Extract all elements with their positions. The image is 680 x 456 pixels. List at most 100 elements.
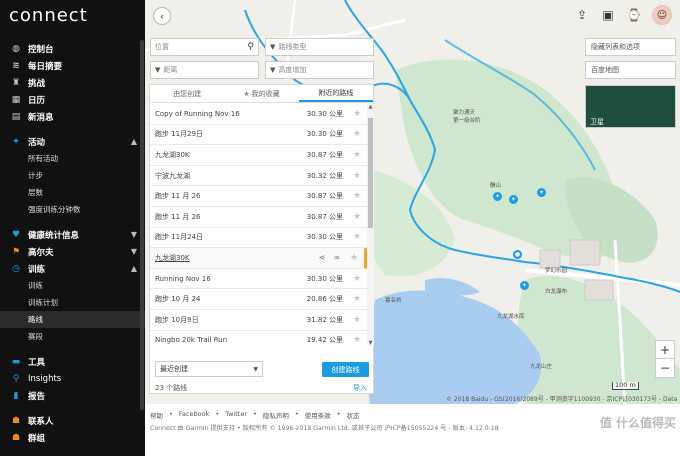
sidebar-item-news[interactable]: ▤ 新消息 bbox=[0, 108, 145, 125]
runner-poi-icon[interactable]: ✦ bbox=[509, 195, 518, 204]
star-icon[interactable]: ★ bbox=[351, 191, 363, 201]
star-icon[interactable]: ★ bbox=[351, 232, 363, 242]
footer-link-privacy[interactable]: 隐私声明 bbox=[263, 410, 289, 420]
footer-link-terms[interactable]: 使用条款 bbox=[305, 410, 331, 420]
sidebar-item-tools[interactable]: ▬ 工具 bbox=[0, 353, 145, 370]
tab-favorites[interactable]: ★ 我的收藏 bbox=[224, 85, 298, 102]
table-row[interactable]: 跑步 10月9日 31.82 公里 ★ bbox=[150, 310, 367, 331]
star-icon[interactable]: ★ bbox=[351, 274, 363, 284]
star-icon[interactable]: ★ bbox=[351, 335, 363, 345]
table-row[interactable]: Running Nov 16 30.30 公里 ★ bbox=[150, 269, 367, 290]
table-row[interactable]: 跑步 11 月 26 30.87 公里 ★ bbox=[150, 207, 367, 228]
route-type-filter[interactable]: ▼ 路线类型 bbox=[265, 38, 374, 56]
news-icon: ▤ bbox=[11, 111, 21, 122]
footer-link-twitter[interactable]: Twitter bbox=[225, 410, 247, 420]
runner-poi-icon[interactable]: ✦ bbox=[537, 188, 546, 197]
chevron-down-icon: ▼ bbox=[130, 247, 137, 256]
runner-poi-icon[interactable]: ✦ bbox=[493, 192, 502, 201]
sidebar-item-golf[interactable]: ⚑ 高尔夫 ▼ bbox=[0, 243, 145, 260]
location-search-input[interactable]: 位置 ⚲ bbox=[150, 38, 259, 56]
page-footer: 帮助 • Facebook • Twitter • 隐私声明 • 使用条款 • 状态 Co… bbox=[145, 404, 680, 456]
star-icon[interactable]: ★ bbox=[348, 253, 360, 263]
chevron-up-icon: ▲ bbox=[130, 137, 137, 146]
share-icon[interactable]: ⋖ bbox=[319, 253, 326, 262]
hide-list-button[interactable]: 隐藏列表和选项 bbox=[585, 38, 676, 56]
sidebar-scrollbar[interactable] bbox=[140, 40, 144, 410]
scroll-down-icon[interactable]: ▼ bbox=[367, 340, 374, 346]
create-route-button[interactable]: 创建路线 bbox=[322, 362, 369, 377]
star-icon[interactable]: ★ bbox=[351, 294, 363, 304]
table-row[interactable]: 九龙湖30K 30.87 公里 ★ bbox=[150, 145, 367, 166]
sidebar-item-contacts[interactable]: ☗ 联系人 bbox=[0, 412, 145, 429]
sidebar-item-dashboard[interactable]: ◍ 控制台 bbox=[0, 40, 145, 57]
star-icon[interactable]: ★ bbox=[351, 171, 363, 181]
route-end-marker-icon[interactable]: ● bbox=[513, 250, 522, 259]
table-row[interactable]: Ningbo 20k Trail Run 19.42 公里 ★ bbox=[150, 331, 367, 346]
elevation-gain-filter[interactable]: ▼ 高度增加 bbox=[265, 61, 374, 79]
star-icon[interactable]: ★ bbox=[351, 109, 363, 119]
avatar[interactable]: ☺ bbox=[652, 5, 672, 25]
brand-logo[interactable]: connect bbox=[9, 5, 88, 26]
import-link[interactable]: 导入 bbox=[353, 383, 367, 393]
link-icon[interactable]: ∞ bbox=[333, 253, 340, 262]
inbox-icon[interactable]: ▣ bbox=[600, 7, 616, 23]
star-icon[interactable]: ★ bbox=[351, 315, 363, 325]
sidebar-item-daily-summary[interactable]: ≋ 每日摘要 bbox=[0, 57, 145, 74]
route-list-scrollbar[interactable]: ▲ ▼ bbox=[367, 104, 374, 346]
sidebar-sub-segments[interactable]: 赛段 bbox=[0, 328, 145, 345]
table-row[interactable]: Copy of Running Nov 16 30.30 公里 ★ bbox=[150, 104, 367, 125]
nav-gap bbox=[0, 345, 145, 353]
sidebar-item-reports[interactable]: ▮ 报告 bbox=[0, 387, 145, 404]
sidebar-sub-all-activities[interactable]: 所有活动 bbox=[0, 150, 145, 167]
sidebar-sub-courses[interactable]: 路线 bbox=[0, 311, 145, 328]
distance-filter[interactable]: ▼ 距离 bbox=[150, 61, 259, 79]
tab-created-by-you[interactable]: 由您创建 bbox=[150, 85, 224, 102]
star-icon[interactable]: ★ bbox=[351, 212, 363, 222]
sidebar-item-calendar[interactable]: ▦ 日历 bbox=[0, 91, 145, 108]
map-label: 九龙湖水库 bbox=[497, 314, 525, 320]
sidebar-sub-training-plans[interactable]: 训练计划 bbox=[0, 294, 145, 311]
sidebar-sub-intensity-minutes[interactable]: 强度训练分钟数 bbox=[0, 201, 145, 218]
table-row-selected[interactable]: 九龙湖30K ⋖ ∞ ★ bbox=[150, 248, 367, 269]
filter-icon: ▼ bbox=[270, 66, 276, 74]
baidu-map-button[interactable]: 百度地图 bbox=[585, 61, 676, 79]
top-right-toolbar: ⇪ ▣ ⌚ ☺ bbox=[574, 5, 672, 25]
star-icon[interactable]: ★ bbox=[351, 150, 363, 160]
sidebar-nav: ◍ 控制台 ≋ 每日摘要 ♜ 挑战 ▦ 日历 ▤ 新消息 ✦ 活动 ▲ 所有活动 计步 层数 … bbox=[0, 40, 145, 446]
zoom-out-button[interactable]: − bbox=[656, 359, 674, 377]
star-icon: ★ bbox=[243, 89, 250, 98]
sidebar-item-insights[interactable]: ⚲ Insights bbox=[0, 370, 145, 387]
search-icon[interactable]: ⚲ bbox=[247, 42, 254, 52]
runner-poi-icon[interactable]: ✦ bbox=[520, 281, 529, 290]
sidebar-item-health-stats[interactable]: ♥ 健康统计信息 ▼ bbox=[0, 226, 145, 243]
zoom-in-button[interactable]: + bbox=[656, 341, 674, 359]
table-row[interactable]: 跑步 10 月 24 20.86 公里 ★ bbox=[150, 289, 367, 310]
footer-link-status[interactable]: 状态 bbox=[347, 410, 360, 420]
table-row[interactable]: 跑步 11月24日 30.30 公里 ★ bbox=[150, 228, 367, 249]
bulb-icon: ⚲ bbox=[12, 373, 20, 384]
table-row[interactable]: 宁波九龙湖 30.32 公里 ★ bbox=[150, 166, 367, 187]
upload-icon[interactable]: ⇪ bbox=[574, 7, 590, 23]
table-row[interactable]: 跑步 11 月 26 30.87 公里 ★ bbox=[150, 186, 367, 207]
footer-link-facebook[interactable]: Facebook bbox=[179, 410, 210, 420]
layers-icon: ≋ bbox=[12, 60, 20, 71]
footer-link-help[interactable]: 帮助 bbox=[150, 410, 163, 420]
sidebar-sub-workouts[interactable]: 训练 bbox=[0, 277, 145, 294]
back-button[interactable]: ‹ bbox=[153, 7, 171, 25]
table-row[interactable]: 跑步 11月29日 30.30 公里 ★ bbox=[150, 125, 367, 146]
chevron-down-icon: ▼ bbox=[130, 230, 137, 239]
scroll-thumb[interactable] bbox=[368, 118, 373, 228]
sidebar-item-training[interactable]: ◷ 训练 ▲ bbox=[0, 260, 145, 277]
star-icon[interactable]: ★ bbox=[351, 129, 363, 139]
nav-gap bbox=[0, 125, 145, 133]
watch-icon[interactable]: ⌚ bbox=[626, 7, 642, 23]
sidebar-sub-floors[interactable]: 层数 bbox=[0, 184, 145, 201]
tab-nearby-routes[interactable]: 附近的路线 bbox=[298, 85, 373, 102]
scroll-up-icon[interactable]: ▲ bbox=[367, 104, 374, 110]
sort-select[interactable]: 最近创建 ▼ bbox=[155, 361, 263, 377]
sidebar-item-groups[interactable]: ☗ 群组 bbox=[0, 429, 145, 446]
sidebar-sub-steps[interactable]: 计步 bbox=[0, 167, 145, 184]
sidebar-item-activities[interactable]: ✦ 活动 ▲ bbox=[0, 133, 145, 150]
stopwatch-icon: ◷ bbox=[12, 263, 20, 274]
sidebar-item-challenges[interactable]: ♜ 挑战 bbox=[0, 74, 145, 91]
